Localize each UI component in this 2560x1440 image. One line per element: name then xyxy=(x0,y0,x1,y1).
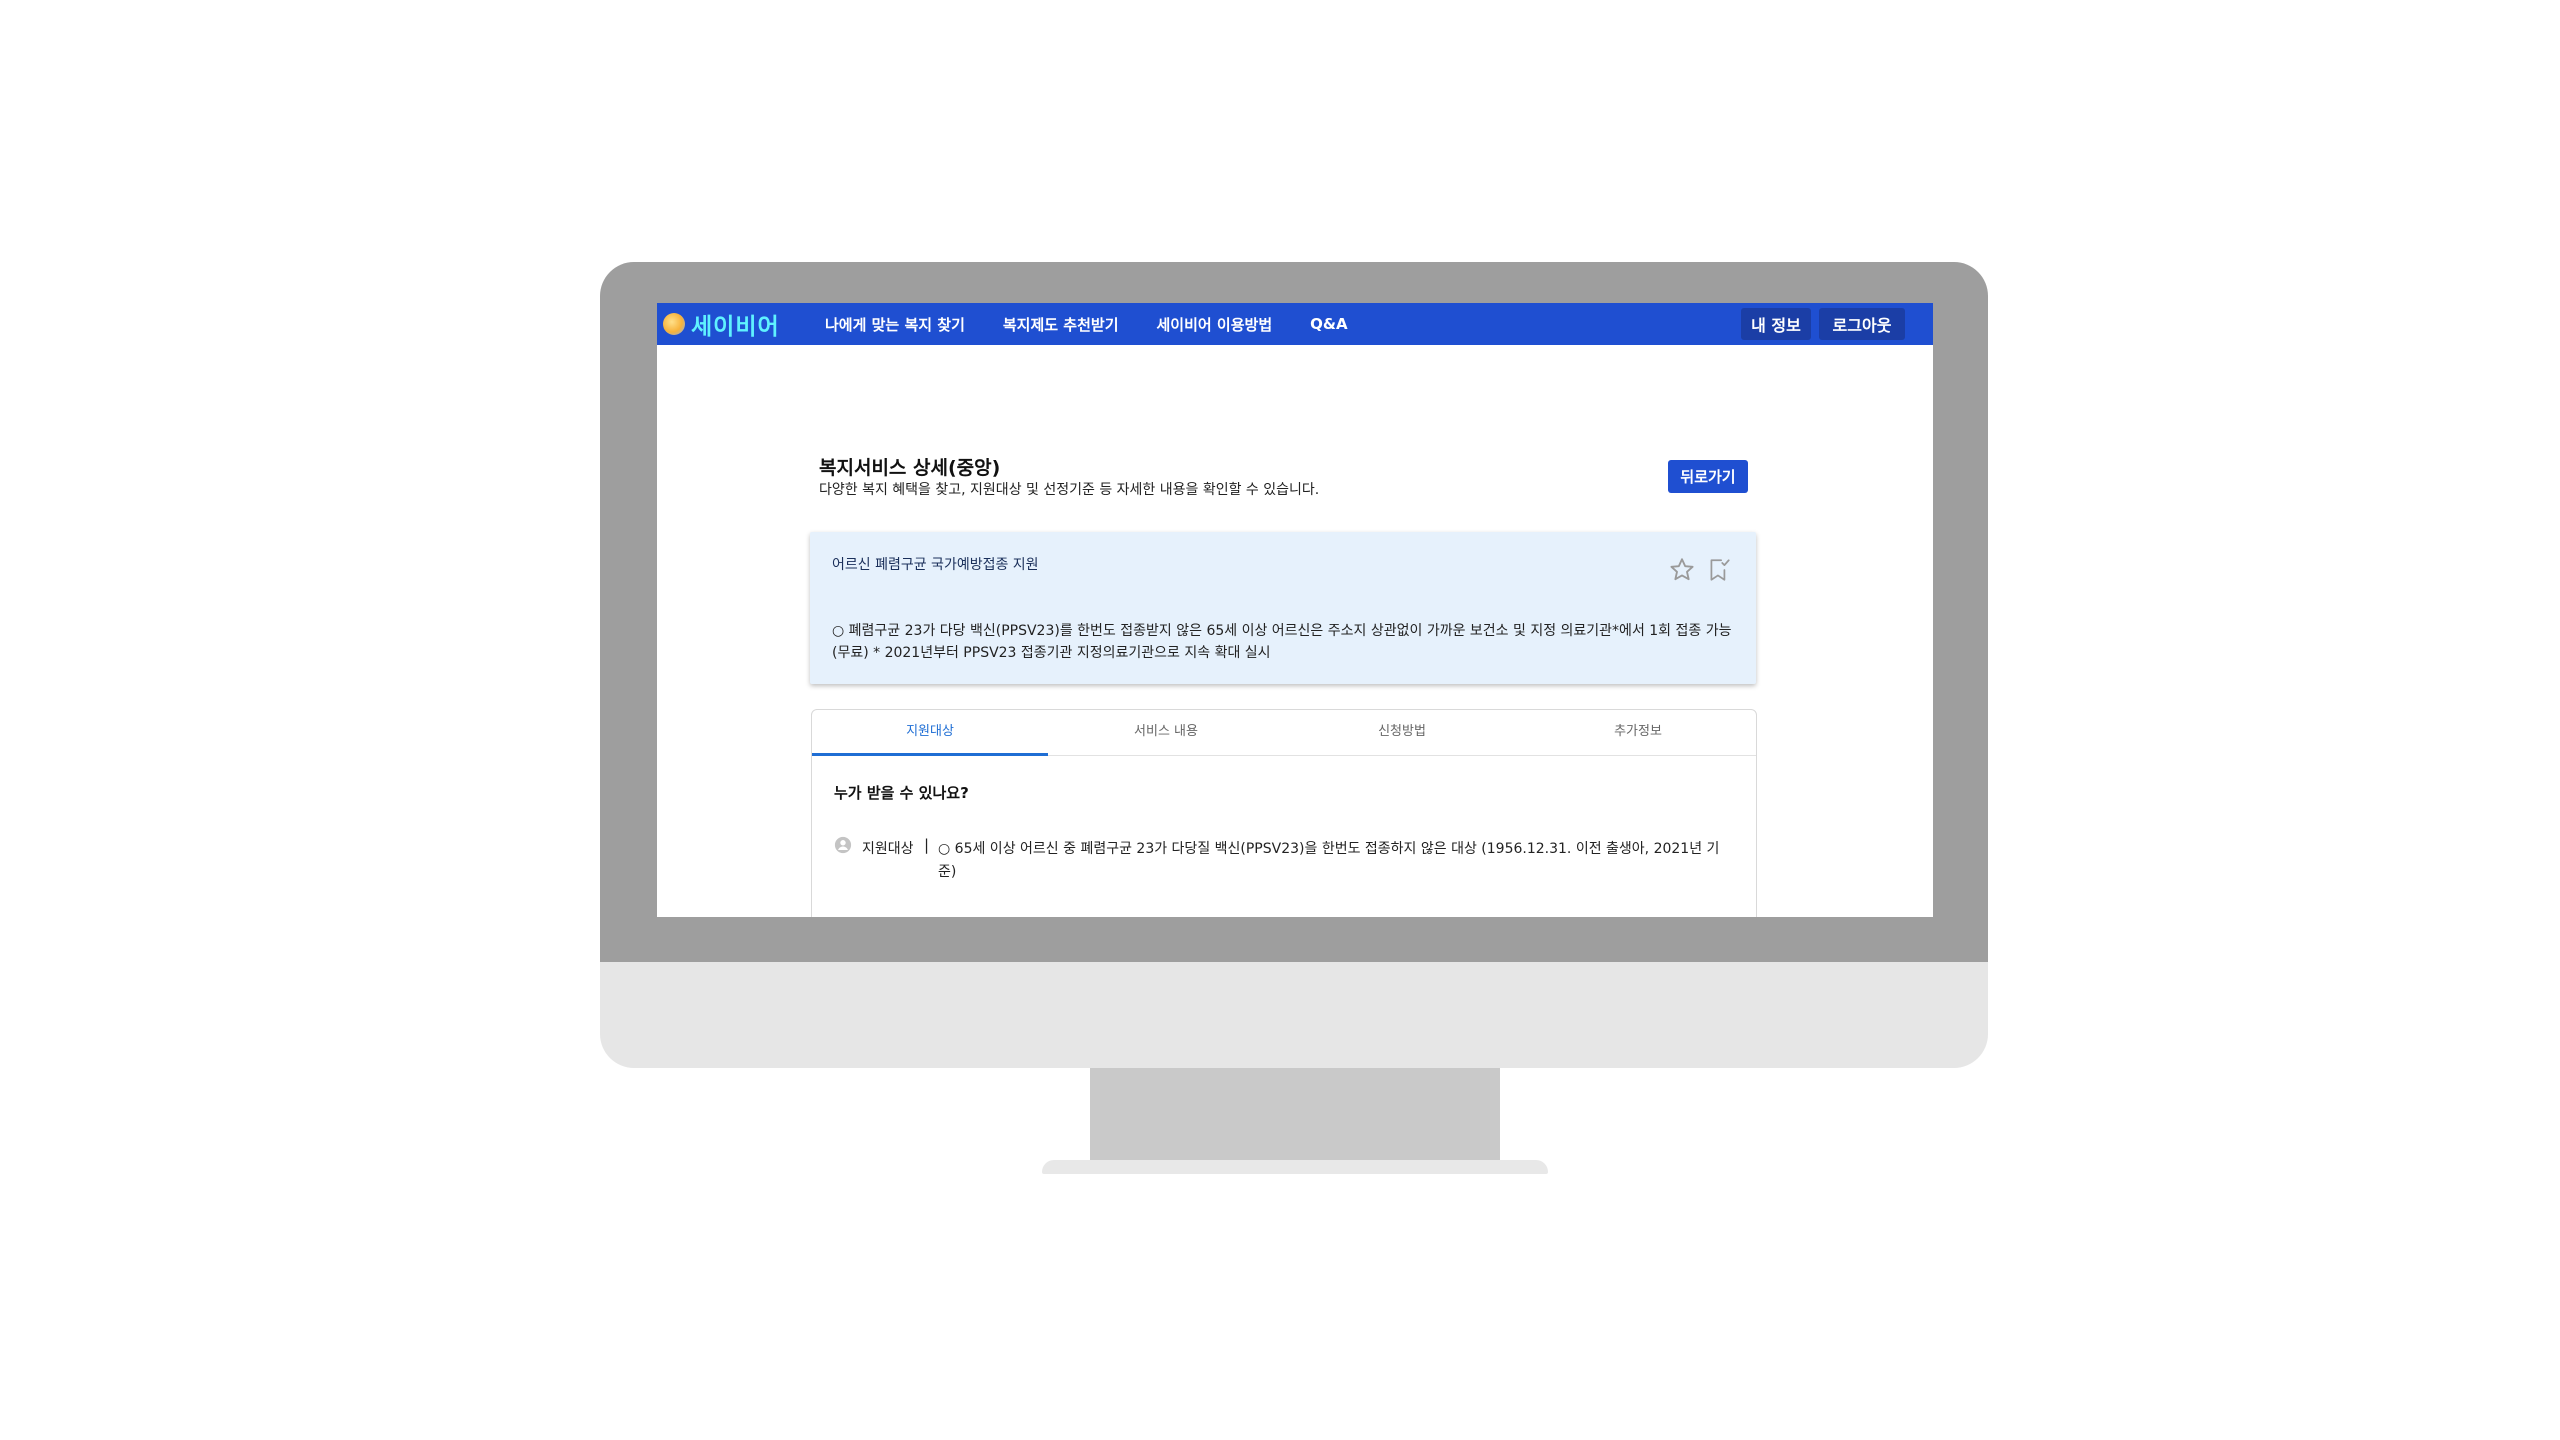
page-subtitle: 다양한 복지 혜택을 찾고, 지원대상 및 선정기준 등 자세한 내용을 확인할… xyxy=(819,482,1320,498)
logout-button[interactable]: 로그아웃 xyxy=(1819,308,1905,340)
eligibility-label: 지원대상 xyxy=(862,841,914,857)
detail-tabs-panel: 지원대상 서비스 내용 신청방법 추가정보 누가 받을 수 있나요? 지원대상 … xyxy=(811,709,1757,917)
service-name: 어르신 폐렴구균 국가예방접종 지원 xyxy=(832,557,1039,573)
my-info-button[interactable]: 내 정보 xyxy=(1741,308,1811,340)
tab-additional-info[interactable]: 추가정보 xyxy=(1520,710,1756,755)
menu-item-recommend[interactable]: 복지제도 추천받기 xyxy=(1003,314,1119,335)
menu-item-how-to-use[interactable]: 세이비어 이용방법 xyxy=(1157,314,1273,335)
person-icon xyxy=(834,836,852,854)
main-menu: 나에게 맞는 복지 찾기 복지제도 추천받기 세이비어 이용방법 Q&A xyxy=(825,303,1386,345)
tab-application[interactable]: 신청방법 xyxy=(1284,710,1520,755)
logo-text: 세이비어 xyxy=(691,314,780,340)
menu-item-qna[interactable]: Q&A xyxy=(1310,315,1347,333)
logo[interactable]: 세이비어 xyxy=(663,303,780,345)
star-icon[interactable] xyxy=(1668,556,1696,584)
back-button[interactable]: 뒤로가기 xyxy=(1668,460,1748,493)
eligibility-separator: | xyxy=(924,836,930,854)
page-title: 복지서비스 상세(중앙) xyxy=(819,457,1001,479)
logo-icon xyxy=(663,313,685,335)
screen: 세이비어 나에게 맞는 복지 찾기 복지제도 추천받기 세이비어 이용방법 Q&… xyxy=(657,303,1933,917)
eligibility-text: ○ 65세 이상 어르신 중 폐렴구균 23가 다당질 백신(PPSV23)을 … xyxy=(938,841,1720,880)
eligibility-question: 누가 받을 수 있나요? xyxy=(834,784,969,802)
tab-service-content[interactable]: 서비스 내용 xyxy=(1048,710,1284,755)
tab-eligibility[interactable]: 지원대상 xyxy=(812,710,1048,756)
monitor-chin xyxy=(600,962,1988,1068)
service-summary-card: 어르신 폐렴구균 국가예방접종 지원 ○ 폐렴구균 23가 다당 백신(PPSV… xyxy=(810,532,1756,684)
menu-item-find-welfare[interactable]: 나에게 맞는 복지 찾기 xyxy=(825,314,965,335)
tab-row: 지원대상 서비스 내용 신청방법 추가정보 xyxy=(812,710,1756,756)
service-description: ○ 폐렴구균 23가 다당 백신(PPSV23)를 한번도 접종받지 않은 65… xyxy=(832,623,1732,661)
monitor-stand-foot xyxy=(1042,1160,1548,1174)
top-nav-bar: 세이비어 나에게 맞는 복지 찾기 복지제도 추천받기 세이비어 이용방법 Q&… xyxy=(657,303,1933,345)
monitor-stand-neck xyxy=(1090,1068,1500,1160)
bookmark-icon[interactable] xyxy=(1706,556,1732,584)
